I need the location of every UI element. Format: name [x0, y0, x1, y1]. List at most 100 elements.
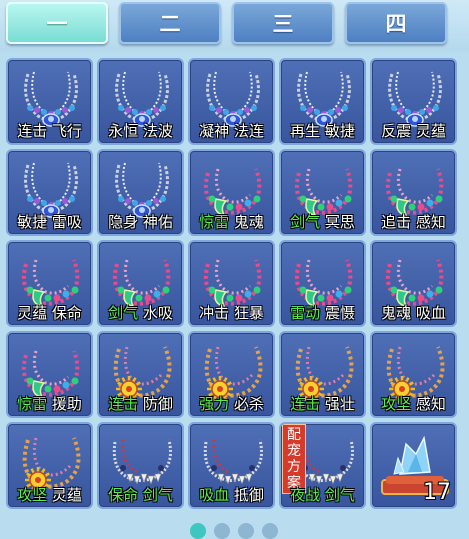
skill-name: 飞行 — [51, 122, 82, 140]
skill-name: 鬼魂 — [233, 213, 264, 231]
item-slot[interactable]: 剑气 水吸 — [97, 240, 184, 327]
item-slot[interactable]: 隐身 神佑 — [97, 149, 184, 236]
skill-name: 敏捷 — [324, 122, 355, 140]
skill-name: 雷动 — [290, 304, 321, 322]
tab-2[interactable]: 二 — [119, 2, 221, 44]
skill-label: 反震 灵蕴 — [372, 120, 455, 141]
skill-name: 剑气 — [324, 486, 355, 504]
skill-name: 吸血 — [199, 486, 230, 504]
skill-label: 攻坚 感知 — [372, 393, 455, 414]
skill-name: 雷吸 — [51, 213, 82, 231]
skill-label: 凝神 法连 — [190, 120, 273, 141]
skill-name: 剑气 — [108, 304, 139, 322]
tab-3[interactable]: 三 — [232, 2, 334, 44]
tab-4[interactable]: 四 — [345, 2, 447, 44]
skill-name: 灵蕴 — [415, 122, 446, 140]
skill-name: 反震 — [381, 122, 412, 140]
skill-label: 敏捷 雷吸 — [8, 211, 91, 232]
skill-name: 强壮 — [324, 395, 355, 413]
skill-label: 再生 敏捷 — [281, 120, 364, 141]
item-slot[interactable]: 敏捷 雷吸 — [6, 149, 93, 236]
skill-label: 冲击 狂暴 — [190, 302, 273, 323]
page-dot-1[interactable] — [190, 523, 206, 539]
item-slot[interactable]: 再生 敏捷 — [279, 58, 366, 145]
skill-name: 连击 — [290, 395, 321, 413]
skill-name: 法波 — [142, 122, 173, 140]
item-slot[interactable]: 反震 灵蕴 — [370, 58, 457, 145]
skill-name: 水吸 — [142, 304, 173, 322]
skill-name: 吸血 — [415, 304, 446, 322]
skill-label: 剑气 水吸 — [99, 302, 182, 323]
item-slot[interactable]: 惊雷 鬼魂 — [188, 149, 275, 236]
skill-name: 鬼魂 — [381, 304, 412, 322]
item-grid: 连击 飞行 永恒 法波 凝神 法连 再生 敏捷 反震 灵蕴 敏捷 雷吸 隐身 神佑 惊雷 鬼魂… — [0, 52, 469, 522]
tab-1[interactable]: 一 — [6, 2, 108, 44]
skill-label: 连击 防御 — [99, 393, 182, 414]
page-dot-3[interactable] — [238, 523, 254, 539]
skill-name: 必杀 — [233, 395, 264, 413]
item-slot[interactable]: 攻坚 感知 — [370, 331, 457, 418]
skill-name: 冲击 — [199, 304, 230, 322]
skill-name: 神佑 — [142, 213, 173, 231]
skill-label: 连击 强壮 — [281, 393, 364, 414]
item-slot[interactable]: 连击 防御 — [97, 331, 184, 418]
skill-label: 夜战 剑气 — [281, 484, 364, 505]
skill-name: 感知 — [415, 395, 446, 413]
skill-name: 狂暴 — [233, 304, 264, 322]
skill-label: 灵蕴 保命 — [8, 302, 91, 323]
page-dot-4[interactable] — [262, 523, 278, 539]
skill-label: 连击 飞行 — [8, 120, 91, 141]
skill-name: 连击 — [17, 122, 48, 140]
skill-name: 防御 — [142, 395, 173, 413]
tab-2-label: 二 — [159, 12, 181, 36]
skill-name: 震慑 — [324, 304, 355, 322]
skill-name: 剑气 — [142, 486, 173, 504]
skill-name: 攻坚 — [17, 486, 48, 504]
item-slot[interactable]: 攻坚 灵蕴 — [6, 422, 93, 509]
skill-name: 灵蕴 — [51, 486, 82, 504]
tab-3-label: 三 — [272, 12, 294, 36]
item-slot[interactable]: 17 — [370, 422, 457, 509]
item-slot[interactable]: 鬼魂 吸血 — [370, 240, 457, 327]
item-slot[interactable]: 惊雷 援助 — [6, 331, 93, 418]
item-slot[interactable]: 雷动 震慑 — [279, 240, 366, 327]
skill-name: 夜战 — [290, 486, 321, 504]
item-slot[interactable]: 连击 强壮 — [279, 331, 366, 418]
skill-label: 惊雷 援助 — [8, 393, 91, 414]
skill-name: 感知 — [415, 213, 446, 231]
skill-name: 惊雷 — [17, 395, 48, 413]
skill-name: 隐身 — [108, 213, 139, 231]
page-dot-2[interactable] — [214, 523, 230, 539]
item-slot[interactable]: 冲击 狂暴 — [188, 240, 275, 327]
skill-name: 保命 — [51, 304, 82, 322]
item-slot[interactable]: 连击 飞行 — [6, 58, 93, 145]
item-slot[interactable]: 永恒 法波 — [97, 58, 184, 145]
skill-name: 剑气 — [290, 213, 321, 231]
skill-label: 保命 剑气 — [99, 484, 182, 505]
item-slot[interactable]: 追击 感知 — [370, 149, 457, 236]
tab-bar: 一 二 三 四 — [0, 0, 469, 52]
skill-label: 攻坚 灵蕴 — [8, 484, 91, 505]
item-count: 17 — [423, 480, 451, 505]
skill-label: 追击 感知 — [372, 211, 455, 232]
tab-1-label: 一 — [46, 12, 68, 36]
skill-name: 援助 — [51, 395, 82, 413]
skill-name: 攻坚 — [381, 395, 412, 413]
item-slot[interactable]: 吸血 抵御 — [188, 422, 275, 509]
skill-label: 吸血 抵御 — [190, 484, 273, 505]
skill-name: 凝神 — [199, 122, 230, 140]
item-slot[interactable]: 配宠方案 夜战 剑气 — [279, 422, 366, 509]
skill-label: 强力 必杀 — [190, 393, 273, 414]
skill-name: 再生 — [290, 122, 321, 140]
tab-4-label: 四 — [385, 12, 407, 36]
skill-label: 剑气 冥思 — [281, 211, 364, 232]
item-slot[interactable]: 灵蕴 保命 — [6, 240, 93, 327]
item-slot[interactable]: 剑气 冥思 — [279, 149, 366, 236]
skill-label: 隐身 神佑 — [99, 211, 182, 232]
item-slot[interactable]: 保命 剑气 — [97, 422, 184, 509]
item-slot[interactable]: 凝神 法连 — [188, 58, 275, 145]
skill-name: 追击 — [381, 213, 412, 231]
skill-label: 惊雷 鬼魂 — [190, 211, 273, 232]
item-slot[interactable]: 强力 必杀 — [188, 331, 275, 418]
skill-label: 雷动 震慑 — [281, 302, 364, 323]
